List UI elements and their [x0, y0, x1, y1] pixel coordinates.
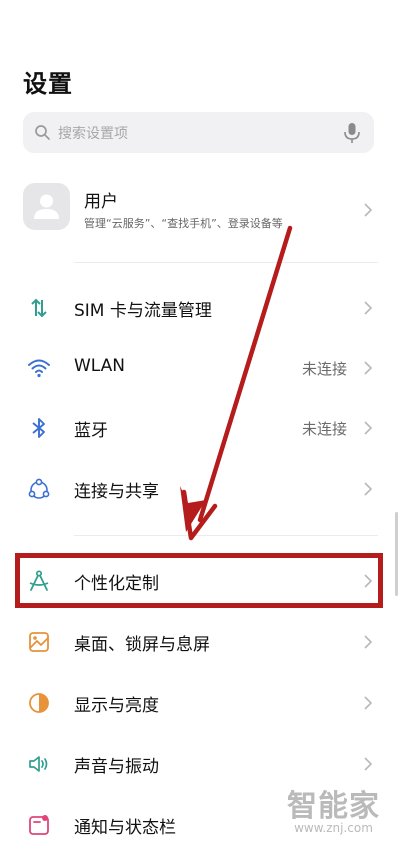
user-icon: [34, 194, 59, 219]
chevron-right-icon: [364, 361, 373, 375]
divider: [74, 262, 378, 263]
search-icon: [35, 125, 50, 140]
search-bar[interactable]: 搜索设置项: [23, 112, 374, 153]
settings-item-status: 未连接: [301, 420, 347, 438]
settings-item-bluetooth[interactable]: 蓝牙 未连接: [0, 398, 400, 458]
notification-icon: [29, 815, 49, 835]
settings-item-status: 未连接: [301, 360, 347, 378]
watermark-logo: 智能家: [287, 789, 380, 824]
settings-item-label: 显示与亮度: [74, 696, 159, 716]
settings-item-label: 桌面、锁屏与息屏: [74, 635, 210, 655]
chevron-right-icon: [364, 757, 373, 771]
sound-icon: [29, 756, 48, 772]
watermark: 智能家 www.znj.com: [287, 781, 380, 835]
divider: [74, 535, 378, 536]
settings-item-label: 蓝牙: [74, 421, 108, 441]
highlight-box: [15, 553, 383, 608]
account-name: 用户: [84, 192, 118, 212]
wallpaper-icon: [29, 632, 49, 652]
page-title: 设置: [23, 70, 73, 98]
settings-item-sim[interactable]: SIM 卡与流量管理: [0, 278, 400, 338]
settings-item-desktop-lockscreen[interactable]: 桌面、锁屏与息屏: [0, 612, 400, 672]
settings-item-label: 连接与共享: [74, 482, 159, 502]
mic-icon[interactable]: [342, 122, 362, 144]
settings-item-connection-sharing[interactable]: 连接与共享: [0, 459, 400, 519]
settings-item-display-brightness[interactable]: 显示与亮度: [0, 673, 400, 733]
account-subtitle: 管理“云服务”、“查找手机”、登录设备等: [84, 217, 283, 230]
settings-item-wlan[interactable]: WLAN 未连接: [0, 338, 400, 398]
search-placeholder: 搜索设置项: [58, 126, 128, 142]
chevron-right-icon: [364, 696, 373, 710]
scroll-indicator[interactable]: [395, 512, 398, 596]
bluetooth-icon: [32, 418, 45, 438]
display-brightness-icon: [29, 693, 49, 713]
settings-item-label: 声音与振动: [74, 757, 159, 777]
watermark-url: www.znj.com: [294, 821, 373, 835]
settings-item-label: SIM 卡与流量管理: [74, 301, 212, 321]
sim-data-icon: [31, 298, 47, 318]
chevron-right-icon: [364, 421, 373, 435]
chevron-right-icon: [364, 635, 373, 649]
settings-item-label: 通知与状态栏: [74, 818, 176, 838]
chevron-right-icon: [364, 301, 373, 315]
account-row[interactable]: 用户 管理“云服务”、“查找手机”、登录设备等: [0, 175, 400, 243]
avatar: [23, 183, 70, 230]
chevron-right-icon: [364, 203, 373, 217]
wifi-icon: [28, 359, 50, 378]
settings-item-label: WLAN: [74, 356, 126, 376]
chevron-right-icon: [364, 482, 373, 496]
connection-share-icon: [28, 478, 50, 499]
